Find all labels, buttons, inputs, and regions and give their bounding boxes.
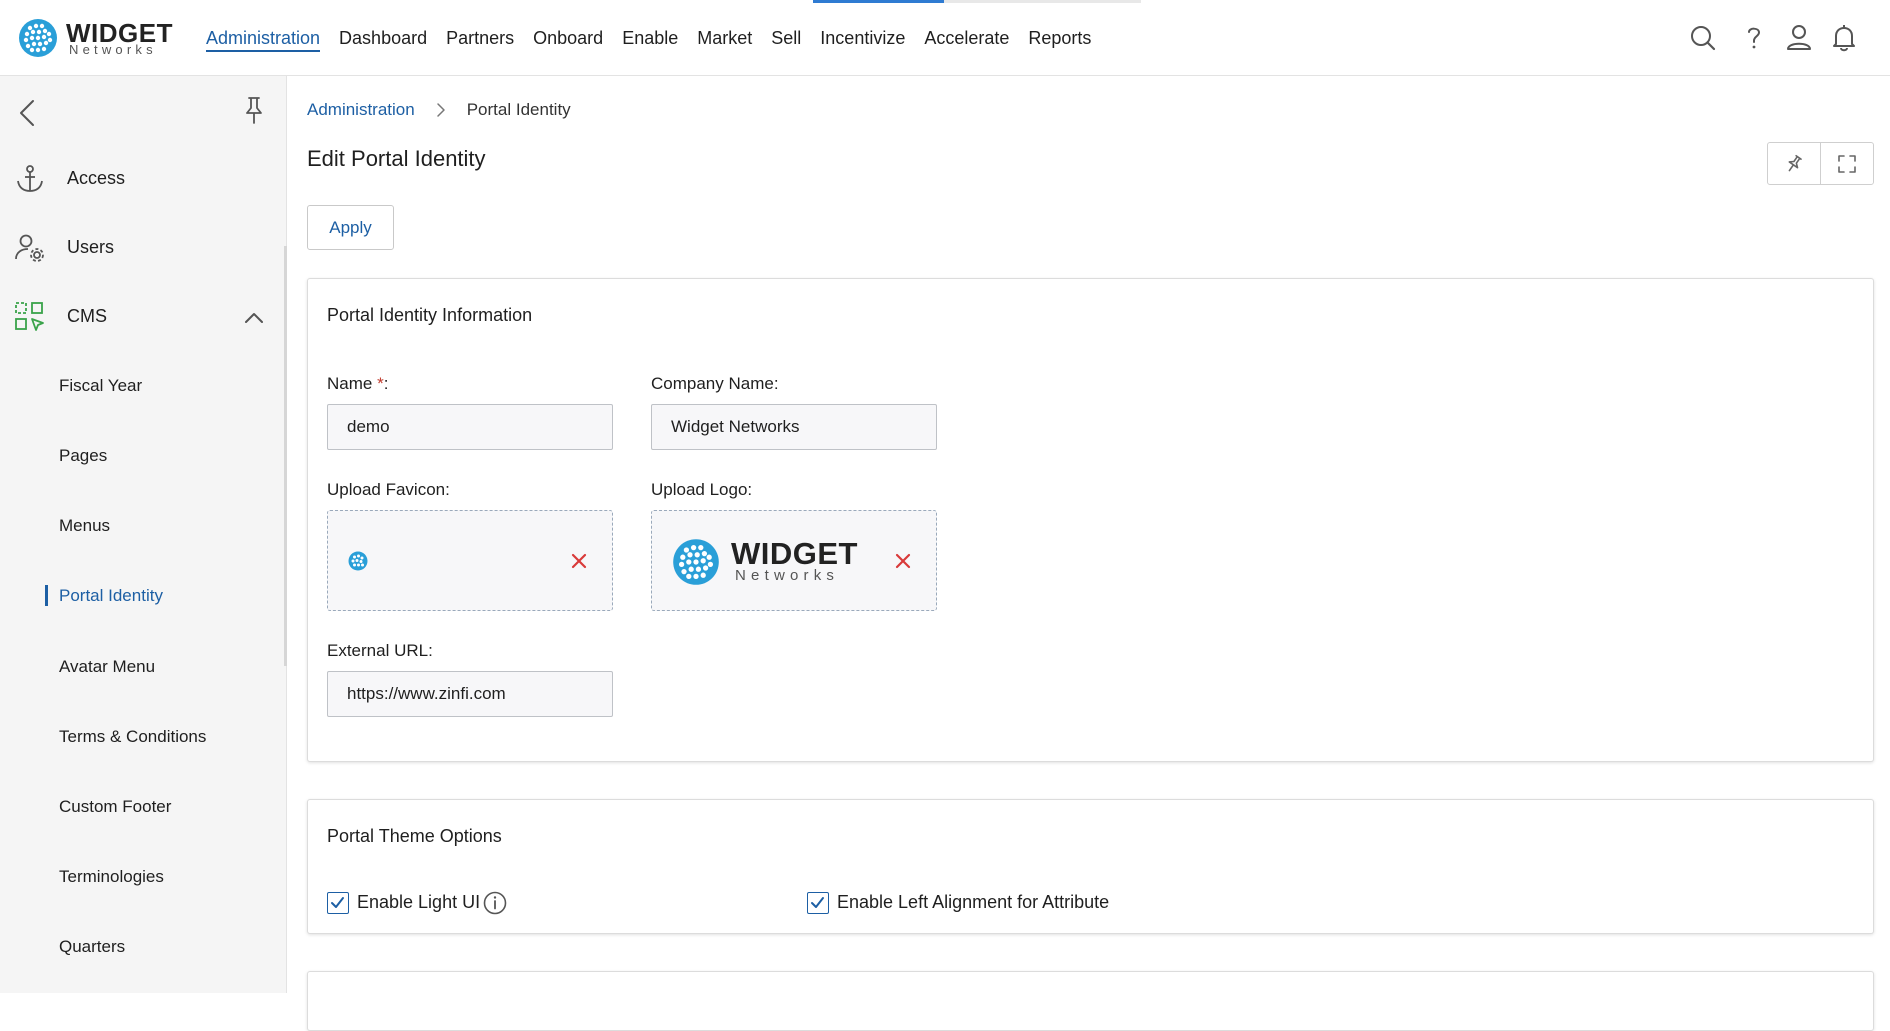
sidebar-item-quarters[interactable]: Quarters [0,927,284,967]
sidebar-item-label: CMS [67,306,107,326]
nav-sell[interactable]: Sell [771,0,801,76]
sidebar-subitem-label: Pages [59,446,108,465]
logo-preview-sub: Networks [735,567,840,584]
nav-onboard[interactable]: Onboard [533,0,603,76]
cms-icon [15,302,44,331]
nav-accelerate[interactable]: Accelerate [924,0,1009,76]
nav-administration[interactable]: Administration [206,0,321,76]
enable-light-ui-label: Enable Light UI [357,892,481,912]
fullscreen-icon [1838,154,1856,173]
sidebar-subitem-label: Avatar Menu [59,657,156,676]
main-nav: Administration Dashboard Partners Onboar… [195,0,1110,76]
logo-preview-name: WIDGET [731,536,858,571]
page-title: Edit Portal Identity [307,146,486,171]
sidebar-item-label: Users [67,237,115,257]
pin-sidebar-icon[interactable] [242,95,266,125]
sidebar-item-avatar-menu[interactable]: Avatar Menu [0,647,284,687]
sidebar: Access Users CMS Fiscal Year Pages Menus… [0,76,287,993]
user-gear-icon [15,234,44,262]
pin-icon [1788,154,1802,171]
external-url-field[interactable] [327,671,613,717]
apply-button[interactable]: Apply [307,205,394,250]
breadcrumb-current: Portal Identity [466,100,571,119]
name-label: Name *: [327,374,388,394]
sidebar-item-terms-conditions[interactable]: Terms & Conditions [0,717,284,757]
fullscreen-button[interactable] [1820,143,1873,184]
portal-identity-card: Portal Identity Information Name *: Comp… [307,278,1874,762]
widget-logo-icon [19,19,57,57]
sidebar-subitem-label: Menus [59,516,111,535]
info-icon[interactable] [483,891,507,915]
widget-logo-icon [673,539,719,585]
company-name-field[interactable] [651,404,937,450]
pin-page-button[interactable] [1768,143,1820,184]
anchor-icon [17,165,43,192]
remove-favicon-icon[interactable] [568,550,590,572]
collapse-sidebar-icon[interactable] [16,98,40,128]
remove-logo-icon[interactable] [892,550,914,572]
sidebar-subitem-label: Terminologies [59,867,164,886]
checkmark-icon [811,897,824,908]
user-icon[interactable] [1783,22,1815,54]
upload-favicon-label: Upload Favicon: [327,480,450,499]
enable-left-alignment-checkbox[interactable] [807,892,829,914]
enable-light-ui-checkbox[interactable] [327,892,349,914]
logo-dropzone[interactable]: WIDGET Networks [651,510,937,611]
nav-market[interactable]: Market [697,0,752,76]
chevron-right-icon [436,103,445,117]
sidebar-subitem-label: Fiscal Year [59,376,143,395]
card-title: Portal Theme Options [327,826,502,846]
page-tools [1767,142,1874,185]
favicon-dropzone[interactable] [327,510,613,611]
nav-reports[interactable]: Reports [1028,0,1091,76]
sidebar-item-access[interactable]: Access [0,154,284,204]
bell-icon[interactable] [1828,22,1860,54]
upload-logo-label: Upload Logo: [651,480,753,499]
next-section-card [307,971,1874,1031]
sidebar-item-custom-footer[interactable]: Custom Footer [0,787,284,827]
brand-logo[interactable]: WIDGET Networks [18,18,173,60]
external-url-label: External URL: [327,641,433,660]
company-name-label: Company Name: [651,374,779,393]
sidebar-item-portal-identity[interactable]: Portal Identity [0,576,284,616]
sidebar-item-fiscal-year[interactable]: Fiscal Year [0,366,284,406]
sidebar-item-label: Access [67,168,126,188]
nav-dashboard[interactable]: Dashboard [339,0,427,76]
favicon-preview-icon [348,551,368,571]
name-label-text: Name [327,374,373,393]
main-content: Administration Portal Identity Edit Port… [288,76,1890,1031]
logo-preview: WIDGET Networks [672,536,858,586]
label-colon: : [383,374,389,393]
sidebar-scrollbar[interactable] [284,246,287,666]
name-field[interactable] [327,404,613,450]
sidebar-subitem-label: Quarters [59,937,126,956]
breadcrumb-link-administration[interactable]: Administration [307,100,415,120]
sidebar-item-pages[interactable]: Pages [0,436,284,476]
nav-partners[interactable]: Partners [446,0,514,76]
help-icon[interactable] [1738,22,1770,54]
top-bar: WIDGET Networks Administration Dashboard… [0,0,1890,76]
card-title: Portal Identity Information [327,305,533,325]
enable-left-alignment-label: Enable Left Alignment for Attribute [837,892,1110,912]
search-icon[interactable] [1687,22,1719,54]
sidebar-item-users[interactable]: Users [0,223,284,273]
sidebar-item-menus[interactable]: Menus [0,506,284,546]
sidebar-subitem-label: Custom Footer [59,797,172,816]
nav-enable[interactable]: Enable [622,0,678,76]
sidebar-item-cms[interactable]: CMS [0,292,284,342]
checkmark-icon [331,897,344,908]
brand-subtitle: Networks [69,42,157,57]
portal-theme-card: Portal Theme Options Enable Light UI Ena… [307,799,1874,934]
sidebar-subitem-label: Portal Identity [59,586,163,605]
required-mark: * [377,374,384,393]
breadcrumb: Administration Portal Identity [307,100,571,120]
nav-incentivize[interactable]: Incentivize [820,0,905,76]
sidebar-item-terminologies[interactable]: Terminologies [0,857,284,897]
sidebar-subitem-label: Terms & Conditions [59,727,207,746]
chevron-up-icon[interactable] [244,310,264,324]
